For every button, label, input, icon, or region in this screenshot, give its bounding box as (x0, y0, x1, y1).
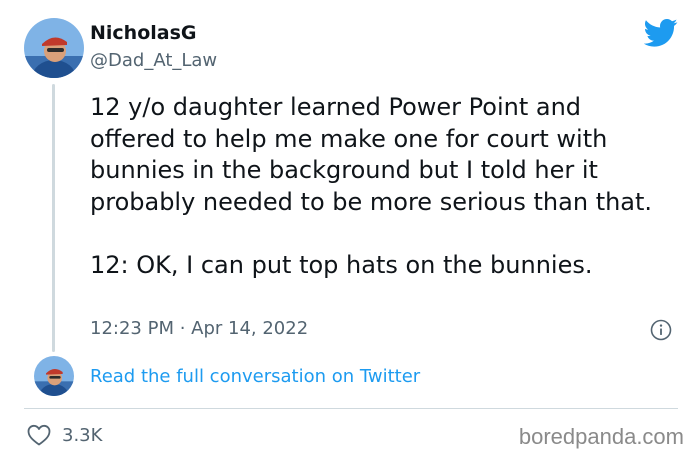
divider (24, 408, 678, 409)
tweet-timestamp[interactable]: 12:23 PM · Apr 14, 2022 (90, 318, 308, 339)
heart-icon[interactable] (27, 424, 51, 446)
thread-connector-line (52, 84, 55, 352)
user-avatar-icon (24, 18, 84, 78)
author-handle[interactable]: @Dad_At_Law (90, 50, 217, 71)
embedded-tweet-card: NicholasG @Dad_At_Law 12 y/o daughter le… (0, 0, 700, 461)
author-avatar[interactable] (24, 18, 84, 78)
info-icon[interactable] (650, 319, 672, 341)
like-count[interactable]: 3.3K (62, 425, 102, 446)
tweet-paragraph: 12: OK, I can put top hats on the bunnie… (90, 250, 593, 279)
tweet-body: 12 y/o daughter learned Power Point and … (90, 92, 670, 281)
source-watermark: boredpanda.com (518, 424, 684, 449)
tweet-paragraph: 12 y/o daughter learned Power Point and … (90, 93, 653, 216)
read-conversation-link[interactable]: Read the full conversation on Twitter (90, 366, 420, 387)
author-display-name[interactable]: NicholasG (90, 22, 197, 44)
twitter-bird-icon[interactable] (644, 18, 678, 48)
conversation-avatar[interactable] (34, 356, 74, 396)
user-avatar-icon (34, 356, 74, 396)
